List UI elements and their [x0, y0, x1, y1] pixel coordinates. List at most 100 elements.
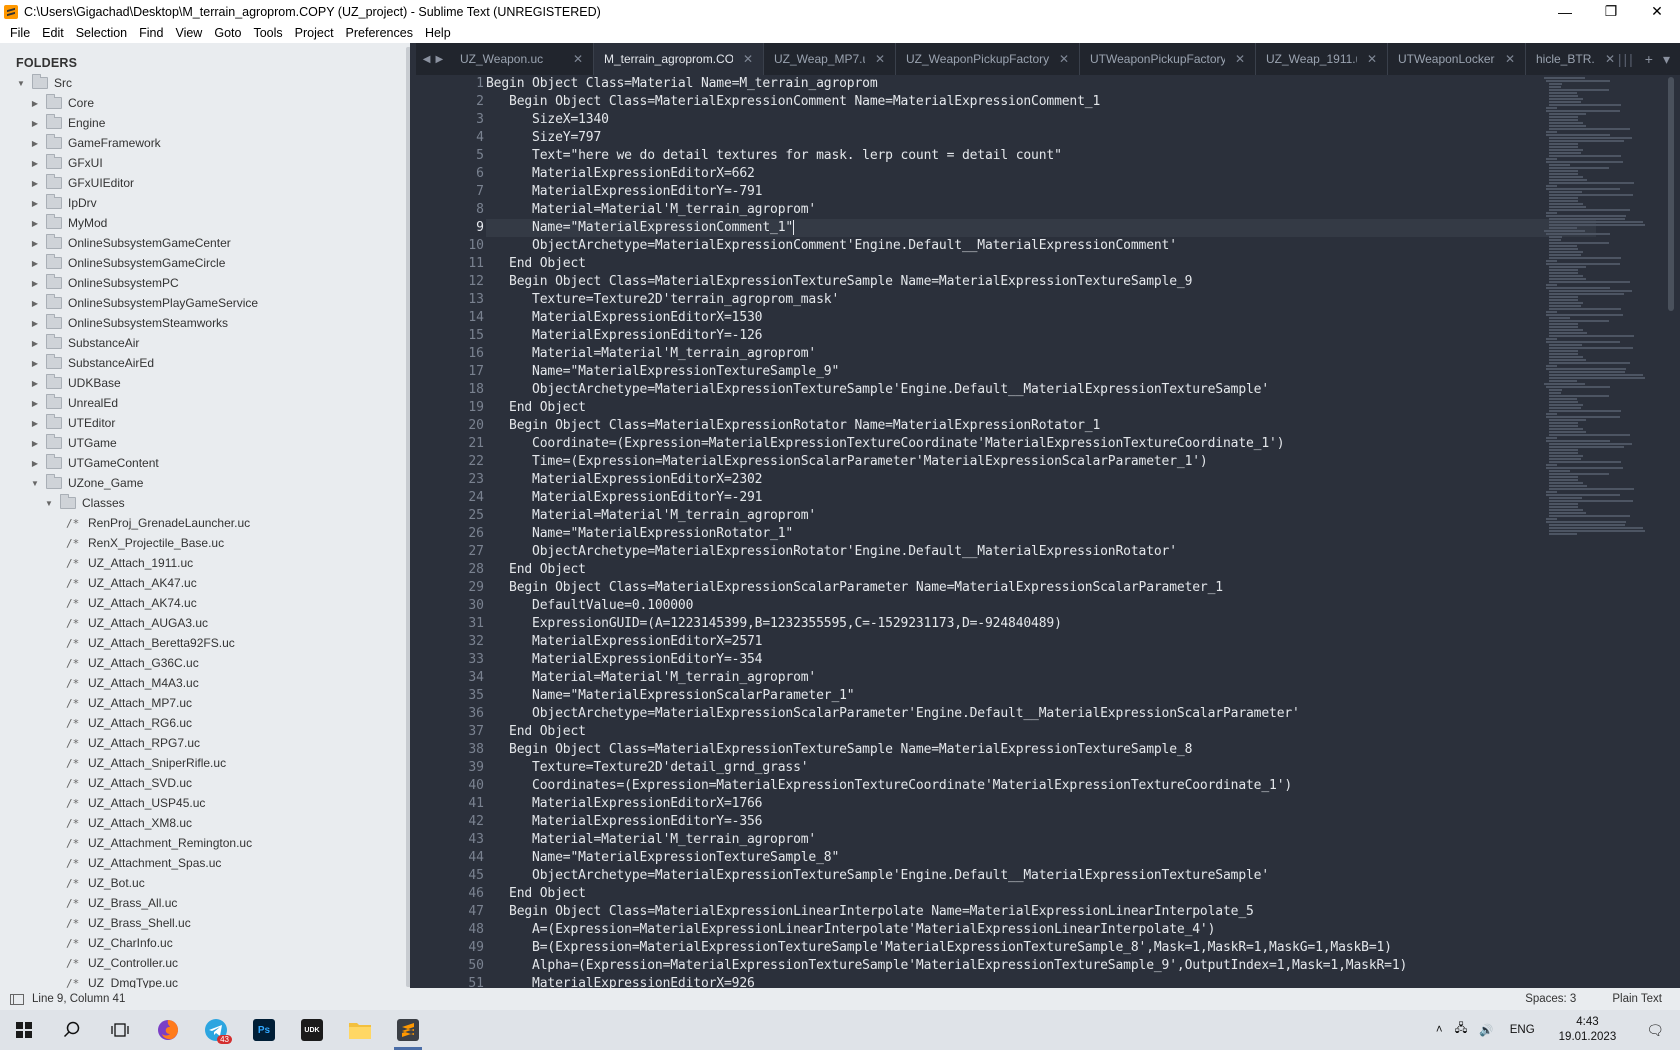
code-line[interactable]: Coordinate=(Expression=MaterialExpressio…: [486, 435, 1596, 453]
code-line[interactable]: Begin Object Class=MaterialExpressionCom…: [486, 93, 1596, 111]
udk-icon[interactable]: UDK: [288, 1010, 336, 1050]
maximize-button[interactable]: ❐: [1588, 0, 1634, 23]
tab[interactable]: hicle_BTR.uc ✕: [1526, 43, 1626, 75]
code-line[interactable]: End Object: [486, 561, 1596, 579]
file-item[interactable]: /* UZ_Attach_G36C.uc: [0, 653, 400, 673]
code-line[interactable]: MaterialExpressionEditorX=2302: [486, 471, 1596, 489]
folder-item[interactable]: ▶ Core: [0, 93, 400, 113]
collapsed-arrow-icon[interactable]: ▶: [30, 119, 40, 128]
sublime-text-taskbar-icon[interactable]: [384, 1010, 432, 1050]
sidebar-scrollbar[interactable]: [406, 47, 410, 987]
file-item[interactable]: /* UZ_Bot.uc: [0, 873, 400, 893]
collapsed-arrow-icon[interactable]: ▶: [30, 99, 40, 108]
tab-scroll-right-icon[interactable]: ▶: [436, 54, 444, 65]
file-item[interactable]: /* RenX_Projectile_Base.uc: [0, 533, 400, 553]
folder-item[interactable]: ▶ SubstanceAirEd: [0, 353, 400, 373]
expanded-arrow-icon[interactable]: ▼: [44, 499, 54, 508]
code-line[interactable]: A=(Expression=MaterialExpressionLinearIn…: [486, 921, 1596, 939]
code-line[interactable]: ObjectArchetype=MaterialExpressionTextur…: [486, 867, 1596, 885]
file-item[interactable]: /* UZ_Attach_AUGA3.uc: [0, 613, 400, 633]
tab-list-dropdown-icon[interactable]: ▾: [1663, 51, 1670, 68]
file-item[interactable]: /* UZ_Brass_All.uc: [0, 893, 400, 913]
collapsed-arrow-icon[interactable]: ▶: [30, 299, 40, 308]
file-item[interactable]: /* UZ_Attach_RG6.uc: [0, 713, 400, 733]
collapsed-arrow-icon[interactable]: ▶: [30, 179, 40, 188]
tab-close-icon[interactable]: ✕: [1505, 52, 1515, 66]
code-line[interactable]: Texture=Texture2D'terrain_agroprom_mask': [486, 291, 1596, 309]
folder-item[interactable]: ▶ OnlineSubsystemPC: [0, 273, 400, 293]
code-line[interactable]: MaterialExpressionEditorY=-291: [486, 489, 1596, 507]
file-item[interactable]: /* UZ_CharInfo.uc: [0, 933, 400, 953]
tab-close-icon[interactable]: ✕: [1367, 52, 1377, 66]
code-line[interactable]: B=(Expression=MaterialExpressionTextureS…: [486, 939, 1596, 957]
code-line[interactable]: Name="MaterialExpressionTextureSample_8": [486, 849, 1596, 867]
file-item[interactable]: /* UZ_Attach_1911.uc: [0, 553, 400, 573]
file-item[interactable]: /* UZ_Attach_AK74.uc: [0, 593, 400, 613]
code-line[interactable]: Material=Material'M_terrain_agroprom': [486, 669, 1596, 687]
tab[interactable]: UTWeaponPickupFactory.uc ✕: [1080, 43, 1256, 75]
collapsed-arrow-icon[interactable]: ▶: [30, 419, 40, 428]
tab-close-icon[interactable]: ✕: [573, 52, 583, 66]
code-line[interactable]: Begin Object Class=MaterialExpressionRot…: [486, 417, 1596, 435]
file-item[interactable]: /* RenProj_GrenadeLauncher.uc: [0, 513, 400, 533]
folder-item[interactable]: ▶ UTGameContent: [0, 453, 400, 473]
folder-item[interactable]: ▼ UZone_Game: [0, 473, 400, 493]
folder-item[interactable]: ▶ Engine: [0, 113, 400, 133]
menu-preferences[interactable]: Preferences: [340, 26, 419, 40]
code-line[interactable]: Texture=Texture2D'detail_grnd_grass': [486, 759, 1596, 777]
code-line[interactable]: End Object: [486, 255, 1596, 273]
code-area[interactable]: Begin Object Class=Material Name=M_terra…: [486, 75, 1596, 988]
code-line[interactable]: Coordinates=(Expression=MaterialExpressi…: [486, 777, 1596, 795]
collapsed-arrow-icon[interactable]: ▶: [30, 319, 40, 328]
file-explorer-icon[interactable]: [336, 1010, 384, 1050]
tab[interactable]: UZ_Weapon.uc ✕: [450, 43, 594, 75]
code-line[interactable]: MaterialExpressionEditorX=662: [486, 165, 1596, 183]
folder-item[interactable]: ▶ GFxUIEditor: [0, 173, 400, 193]
code-line[interactable]: Begin Object Class=MaterialExpressionLin…: [486, 903, 1596, 921]
file-item[interactable]: /* UZ_Brass_Shell.uc: [0, 913, 400, 933]
tab[interactable]: UZ_Weap_MP7.uc ✕: [764, 43, 896, 75]
tab[interactable]: UTWeaponLocker.uc ✕: [1388, 43, 1526, 75]
code-line[interactable]: Begin Object Class=Material Name=M_terra…: [486, 75, 1596, 93]
folder-item[interactable]: ▶ OnlineSubsystemGameCenter: [0, 233, 400, 253]
folder-item[interactable]: ▶ OnlineSubsystemPlayGameService: [0, 293, 400, 313]
file-item[interactable]: /* UZ_Attach_SVD.uc: [0, 773, 400, 793]
collapsed-arrow-icon[interactable]: ▶: [30, 219, 40, 228]
close-window-button[interactable]: ✕: [1634, 0, 1680, 23]
photoshop-icon[interactable]: Ps: [240, 1010, 288, 1050]
expanded-arrow-icon[interactable]: ▼: [16, 79, 26, 88]
collapsed-arrow-icon[interactable]: ▶: [30, 139, 40, 148]
collapsed-arrow-icon[interactable]: ▶: [30, 279, 40, 288]
search-icon[interactable]: [48, 1010, 96, 1050]
collapsed-arrow-icon[interactable]: ▶: [30, 459, 40, 468]
code-line[interactable]: Text="here we do detail textures for mas…: [486, 147, 1596, 165]
tab-close-icon[interactable]: ✕: [743, 52, 753, 66]
folder-item[interactable]: ▶ GameFramework: [0, 133, 400, 153]
file-item[interactable]: /* UZ_Attach_MP7.uc: [0, 693, 400, 713]
code-line[interactable]: Begin Object Class=MaterialExpressionTex…: [486, 741, 1596, 759]
code-line[interactable]: Alpha=(Expression=MaterialExpressionText…: [486, 957, 1596, 975]
minimize-button[interactable]: —: [1542, 0, 1588, 23]
code-line[interactable]: MaterialExpressionEditorX=1766: [486, 795, 1596, 813]
firefox-icon[interactable]: [144, 1010, 192, 1050]
code-line[interactable]: MaterialExpressionEditorX=1530: [486, 309, 1596, 327]
folder-item[interactable]: ▶ MyMod: [0, 213, 400, 233]
code-line[interactable]: ExpressionGUID=(A=1223145399,B=123235559…: [486, 615, 1596, 633]
editor-scrollbar[interactable]: [1668, 77, 1674, 311]
code-line[interactable]: MaterialExpressionEditorX=926: [486, 975, 1596, 988]
file-item[interactable]: /* UZ_Controller.uc: [0, 953, 400, 973]
code-line[interactable]: SizeX=1340: [486, 111, 1596, 129]
clock[interactable]: 4:43 19.01.2023: [1545, 1015, 1631, 1045]
code-line[interactable]: SizeY=797: [486, 129, 1596, 147]
file-item[interactable]: /* UZ_Attachment_Spas.uc: [0, 853, 400, 873]
windows-start-icon[interactable]: [0, 1010, 48, 1050]
folder-item[interactable]: ▶ GFxUI: [0, 153, 400, 173]
file-item[interactable]: /* UZ_Attach_AK47.uc: [0, 573, 400, 593]
folder-item[interactable]: ▶ UTGame: [0, 433, 400, 453]
menu-project[interactable]: Project: [289, 26, 340, 40]
code-line[interactable]: ObjectArchetype=MaterialExpressionCommen…: [486, 237, 1596, 255]
network-icon[interactable]: 🖧: [1449, 1021, 1474, 1040]
collapsed-arrow-icon[interactable]: ▶: [30, 359, 40, 368]
code-line[interactable]: MaterialExpressionEditorY=-791: [486, 183, 1596, 201]
code-line[interactable]: Material=Material'M_terrain_agroprom': [486, 831, 1596, 849]
